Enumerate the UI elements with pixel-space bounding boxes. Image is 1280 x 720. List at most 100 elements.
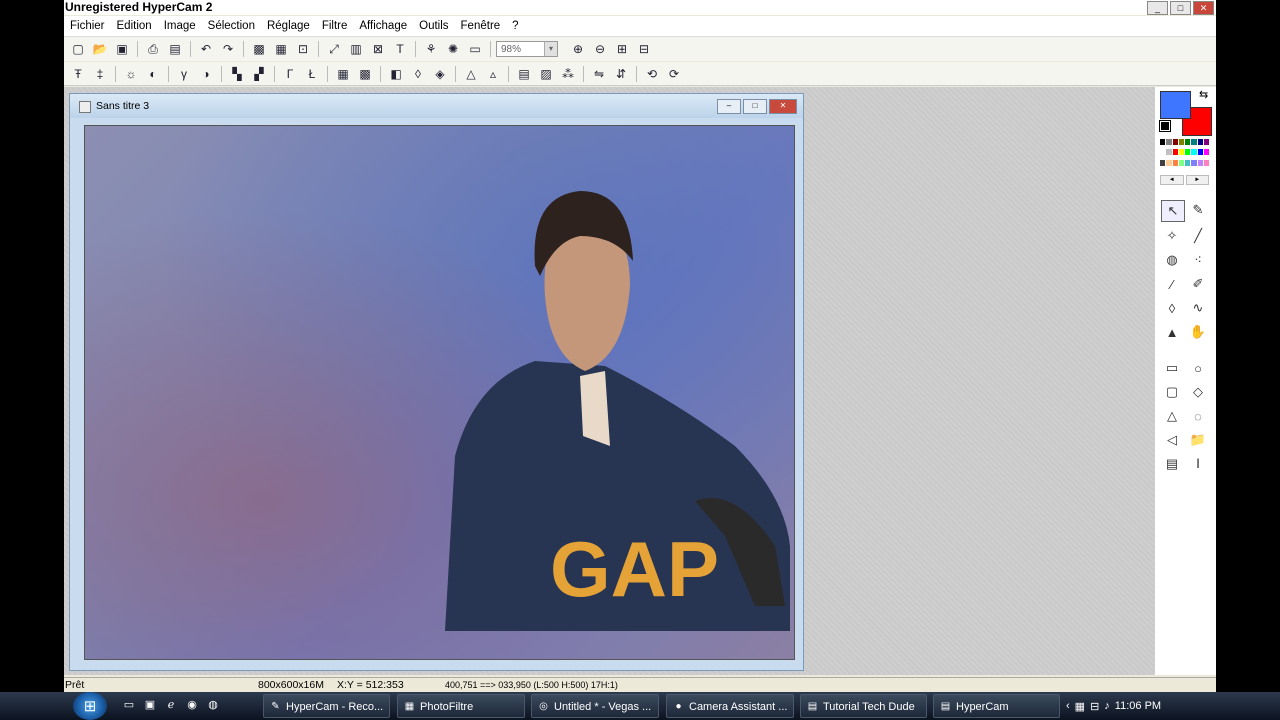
- palette-swatch[interactable]: [1172, 149, 1178, 156]
- ellipse-icon[interactable]: ○: [1187, 358, 1209, 378]
- chrome-icon[interactable]: ◍: [206, 698, 220, 712]
- fullscreen-icon[interactable]: ⊟: [634, 40, 654, 58]
- palette-swatch[interactable]: [1203, 149, 1209, 156]
- palette-swatch[interactable]: [1166, 159, 1172, 166]
- rectangle-icon[interactable]: ▭: [1161, 358, 1183, 378]
- triangle-icon[interactable]: △: [1161, 406, 1183, 426]
- palette-swatch[interactable]: [1185, 149, 1191, 156]
- image-canvas[interactable]: GAP: [84, 125, 795, 660]
- rotate-left-icon[interactable]: ⟲: [642, 65, 662, 83]
- palette-swatch[interactable]: [1160, 139, 1166, 145]
- redo-icon[interactable]: ↷: [218, 40, 238, 58]
- rotate-right-icon[interactable]: ⟳: [664, 65, 684, 83]
- selection-icon[interactable]: ▤: [1161, 454, 1183, 474]
- chevron-down-icon[interactable]: ▾: [544, 42, 557, 56]
- task-photofiltre[interactable]: ▦ PhotoFiltre: [397, 694, 525, 718]
- lasso-icon[interactable]: ◌: [1187, 406, 1209, 426]
- palette-swatch[interactable]: [1178, 139, 1184, 145]
- undo-icon[interactable]: ↶: [196, 40, 216, 58]
- switch-windows-icon[interactable]: ▣: [143, 698, 157, 712]
- eyedropper-icon[interactable]: ✎: [1187, 200, 1209, 220]
- gamma-icon[interactable]: γ: [174, 65, 194, 83]
- drop-icon[interactable]: ◊: [1161, 298, 1183, 318]
- palette-swatch[interactable]: [1197, 149, 1203, 156]
- palette-swatch[interactable]: [1197, 139, 1203, 145]
- select-all-icon[interactable]: ▩: [249, 40, 269, 58]
- palette-swatch[interactable]: [1166, 149, 1172, 156]
- palette-swatch[interactable]: [1166, 139, 1172, 145]
- palette-swatch[interactable]: [1172, 139, 1178, 145]
- maximize-button[interactable]: □: [1170, 1, 1191, 15]
- show-desktop-icon[interactable]: ▭: [122, 698, 136, 712]
- palette-swatch[interactable]: [1185, 159, 1191, 166]
- color-icon[interactable]: ▚: [227, 65, 247, 83]
- noise-icon[interactable]: ⁂: [558, 65, 578, 83]
- task-tutorial-tech-dude[interactable]: ▤ Tutorial Tech Dude: [800, 694, 927, 718]
- fit-icon[interactable]: ⊠: [368, 40, 388, 58]
- task-camera-assistant[interactable]: ● Camera Assistant ...: [666, 694, 794, 718]
- palette-icon[interactable]: ▤: [514, 65, 534, 83]
- tree-icon[interactable]: ⚘: [421, 40, 441, 58]
- menu-filtre[interactable]: Filtre: [316, 16, 354, 36]
- palette-swatch[interactable]: [1203, 159, 1209, 166]
- menu-reglage[interactable]: Réglage: [261, 16, 316, 36]
- menu-image[interactable]: Image: [158, 16, 202, 36]
- palette-next-button[interactable]: ►: [1185, 175, 1209, 185]
- palette-swatch[interactable]: [1185, 139, 1191, 145]
- mosaic-icon[interactable]: ▩: [355, 65, 375, 83]
- saturation-icon[interactable]: ◑: [196, 65, 216, 83]
- polygon-icon[interactable]: ◁: [1161, 430, 1183, 450]
- close-button[interactable]: ✕: [1193, 1, 1214, 15]
- tray-volume-icon[interactable]: ♪: [1104, 700, 1110, 712]
- tray-chevron-icon[interactable]: ‹: [1066, 700, 1070, 712]
- clock[interactable]: 11:06 PM: [1115, 700, 1161, 712]
- flip-v-icon[interactable]: ⇵: [611, 65, 631, 83]
- menu-edition[interactable]: Edition: [111, 16, 158, 36]
- menu-outils[interactable]: Outils: [413, 16, 454, 36]
- menu-affichage[interactable]: Affichage: [353, 16, 413, 36]
- palette-swatch[interactable]: [1178, 159, 1184, 166]
- zoom-select[interactable]: 98% ▾: [496, 41, 558, 57]
- resize-icon[interactable]: ⤢: [324, 40, 344, 58]
- image-icon[interactable]: ▦: [271, 40, 291, 58]
- print-icon[interactable]: ⎙: [143, 40, 163, 58]
- scan-icon[interactable]: ▤: [165, 40, 185, 58]
- task-hypercam[interactable]: ▤ HyperCam: [933, 694, 1060, 718]
- curve-icon[interactable]: Γ: [280, 65, 300, 83]
- new-icon[interactable]: ▢: [68, 40, 88, 58]
- triangle-icon[interactable]: △: [461, 65, 481, 83]
- mirror-icon[interactable]: ◧: [386, 65, 406, 83]
- palette-swatch[interactable]: [1191, 159, 1197, 166]
- brush-icon[interactable]: ∕: [1161, 274, 1183, 294]
- text-selection-icon[interactable]: Ⅰ: [1187, 454, 1209, 474]
- palette-prev-button[interactable]: ◄: [1160, 175, 1184, 185]
- drop-icon[interactable]: ◊: [408, 65, 428, 83]
- foreground-color-swatch[interactable]: [1160, 91, 1191, 119]
- save-icon[interactable]: ▣: [112, 40, 132, 58]
- palette-swatch[interactable]: [1203, 139, 1209, 145]
- level-icon[interactable]: Ł: [302, 65, 322, 83]
- task-hypercam-reco[interactable]: ✎ HyperCam - Reco...: [263, 694, 390, 718]
- spray-icon[interactable]: ⁖: [1187, 250, 1209, 270]
- rgb-icon[interactable]: ▨: [536, 65, 556, 83]
- doc-maximize-button[interactable]: □: [743, 99, 767, 114]
- auto-contrast-icon[interactable]: ‡: [90, 65, 110, 83]
- palette-swatch[interactable]: [1191, 149, 1197, 156]
- sharpen-icon[interactable]: ▵: [483, 65, 503, 83]
- diamond-icon[interactable]: ◇: [1187, 382, 1209, 402]
- grid-icon[interactable]: ▦: [333, 65, 353, 83]
- menu-help[interactable]: ?: [506, 16, 524, 36]
- rounded-rect-icon[interactable]: ▢: [1161, 382, 1183, 402]
- crop-icon[interactable]: ⊡: [293, 40, 313, 58]
- open-icon[interactable]: 📂: [90, 40, 110, 58]
- folder-icon[interactable]: 📁: [1187, 430, 1209, 450]
- blur-icon[interactable]: ◈: [430, 65, 450, 83]
- actual-size-icon[interactable]: ⊞: [612, 40, 632, 58]
- zoom-in-icon[interactable]: ⊕: [568, 40, 588, 58]
- hue-icon[interactable]: ▞: [249, 65, 269, 83]
- pointer-icon[interactable]: ↖: [1161, 200, 1185, 222]
- tray-app-icon[interactable]: ▦: [1075, 700, 1085, 713]
- default-colors-icon[interactable]: [1159, 120, 1171, 132]
- palette-swatch[interactable]: [1160, 159, 1166, 166]
- doc-close-button[interactable]: ✕: [769, 99, 797, 114]
